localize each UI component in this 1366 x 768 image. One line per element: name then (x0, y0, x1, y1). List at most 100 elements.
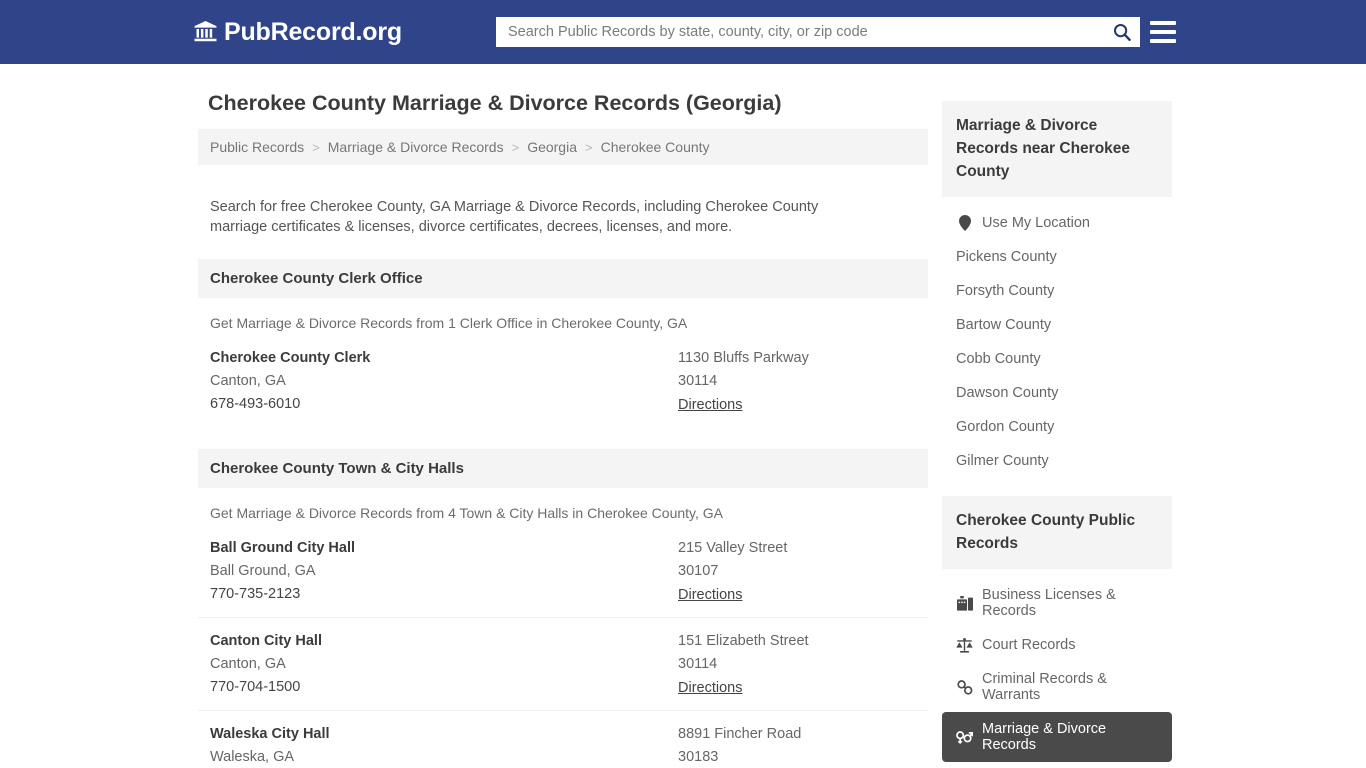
office-city-state: Canton, GA (210, 372, 286, 389)
search-input[interactable] (496, 17, 1104, 47)
office-phone[interactable]: 770-735-2123 (210, 586, 678, 602)
site-logo[interactable]: PubRecord.org (194, 18, 402, 47)
breadcrumb-item-2[interactable]: Georgia (527, 139, 577, 155)
map-pin-icon (956, 215, 973, 231)
main-content: Cherokee County Marriage & Divorce Recor… (198, 64, 928, 768)
entry-list: Ball Ground City Hall Ball Ground, GA 77… (198, 521, 928, 768)
records-link-label: Marriage & Divorce Records (982, 721, 1107, 753)
office-phone[interactable]: 678-493-6010 (210, 396, 678, 412)
entry-primary: Canton City Hall Canton, GA 770-704-1500 (210, 633, 678, 697)
breadcrumb-item-0[interactable]: Public Records (210, 139, 304, 155)
search-bar (496, 17, 1140, 47)
nearby-county-list: Use My Location Pickens County Forsyth Cou… (942, 197, 1172, 478)
page-body: Cherokee County Marriage & Divorce Recor… (0, 64, 1366, 768)
entry-primary: Ball Ground City Hall Ball Ground, GA 77… (210, 540, 678, 604)
office-zip: 30114 (678, 372, 718, 389)
records-sections: Cherokee County Clerk Office Get Marriage… (198, 258, 928, 768)
breadcrumb-separator: > (511, 139, 520, 155)
nearby-link-label: Use My Location (982, 215, 1090, 231)
office-city-state: Waleska, GA (210, 748, 295, 765)
records-link-property-records[interactable]: Property Records (942, 762, 1172, 768)
office-zip: 30183 (678, 748, 719, 765)
records-link-label: Criminal Records & Warrants (982, 671, 1107, 703)
office-city-state: Canton, GA (210, 655, 286, 672)
office-name: Ball Ground City Hall (210, 539, 356, 556)
breadcrumb-item-1[interactable]: Marriage & Divorce Records (328, 139, 504, 155)
office-phone[interactable]: 770-704-1500 (210, 679, 678, 695)
records-link-label: Business Licenses & Records (982, 587, 1116, 619)
office-entry: Cherokee County Clerk Canton, GA 678-493… (198, 335, 928, 427)
nearby-link-gordon-county[interactable]: Gordon County (942, 410, 1172, 444)
page-intro: Search for free Cherokee County, GA Marr… (210, 198, 819, 235)
menu-bar-2 (1150, 30, 1176, 34)
records-link-criminal-records-warrants[interactable]: Criminal Records & Warrants (942, 662, 1172, 712)
records-section: Cherokee County Town & City Halls Get Mar… (198, 448, 928, 768)
office-entry: Ball Ground City Hall Ball Ground, GA 77… (198, 525, 928, 618)
records-link-label: Court Records (982, 637, 1076, 653)
page-title: Cherokee County Marriage & Divorce Recor… (208, 91, 782, 115)
nearby-link-label: Bartow County (956, 317, 1052, 333)
nearby-link-label: Gilmer County (956, 453, 1049, 469)
breadcrumb: Public Records > Marriage & Divorce Record… (198, 129, 928, 165)
entry-list: Cherokee County Clerk Canton, GA 678-493… (198, 331, 928, 427)
breadcrumb-separator: > (585, 139, 593, 155)
search-icon (1114, 24, 1131, 41)
nearby-link-label: Cobb County (956, 351, 1041, 367)
search-button[interactable] (1104, 17, 1140, 47)
handcuffs-icon (956, 679, 973, 695)
menu-bar-3 (1150, 39, 1176, 43)
nearby-link-pickens-county[interactable]: Pickens County (942, 240, 1172, 274)
public-records-heading: Cherokee County Public Records (942, 496, 1172, 569)
office-entry: Waleska City Hall Waleska, GA 770-479-29… (198, 711, 928, 768)
venus-mars-icon (956, 730, 973, 745)
breadcrumb-separator: > (312, 139, 320, 155)
section-heading: Cherokee County Clerk Office (198, 258, 928, 298)
directions-link[interactable]: Directions (678, 587, 742, 603)
breadcrumb-item-3[interactable]: Cherokee County (601, 139, 710, 155)
entry-primary: Waleska City Hall Waleska, GA 770-479-29… (210, 726, 678, 768)
nearby-link-cobb-county[interactable]: Cobb County (942, 342, 1172, 376)
directions-link[interactable]: Directions (678, 680, 742, 696)
hamburger-menu-icon[interactable] (1150, 21, 1176, 43)
section-subtitle: Get Marriage & Divorce Records from 1 Cl… (210, 314, 688, 331)
section-subtitle: Get Marriage & Divorce Records from 4 To… (210, 504, 724, 521)
office-street: 151 Elizabeth Street (678, 632, 809, 649)
menu-bar-1 (1150, 21, 1176, 25)
nearby-link-label: Forsyth County (956, 283, 1055, 299)
records-link-marriage-divorce-records[interactable]: Marriage & Divorce Records (942, 712, 1172, 762)
public-records-box: Cherokee County Public Records Business … (942, 496, 1172, 768)
entry-address: 215 Valley Street 30107 Directions (678, 540, 916, 604)
briefcase-icon (956, 595, 973, 611)
nearby-link-label: Pickens County (956, 249, 1057, 265)
office-zip: 30114 (678, 655, 718, 672)
records-section: Cherokee County Clerk Office Get Marriage… (198, 258, 928, 427)
office-street: 215 Valley Street (678, 539, 788, 556)
scales-icon (956, 637, 973, 653)
entry-address: 151 Elizabeth Street 30114 Directions (678, 633, 916, 697)
directions-link[interactable]: Directions (678, 397, 742, 413)
office-entry: Canton City Hall Canton, GA 770-704-1500… (198, 618, 928, 711)
nearby-link-forsyth-county[interactable]: Forsyth County (942, 274, 1172, 308)
public-records-list: Business Licenses & Records Court Records… (942, 569, 1172, 768)
entry-primary: Cherokee County Clerk Canton, GA 678-493… (210, 350, 678, 414)
records-link-court-records[interactable]: Court Records (942, 628, 1172, 662)
office-name: Canton City Hall (210, 632, 322, 649)
office-name: Waleska City Hall (210, 725, 330, 742)
nearby-link-dawson-county[interactable]: Dawson County (942, 376, 1172, 410)
office-name: Cherokee County Clerk (210, 349, 371, 366)
site-header: PubRecord.org (0, 0, 1366, 64)
office-street: 8891 Fincher Road (678, 725, 802, 742)
brand-text: PubRecord.org (224, 17, 402, 46)
office-zip: 30107 (678, 562, 719, 579)
nearby-link-bartow-county[interactable]: Bartow County (942, 308, 1172, 342)
records-link-business-licenses-records[interactable]: Business Licenses & Records (942, 578, 1172, 628)
office-street: 1130 Bluffs Parkway (678, 349, 809, 366)
nearby-link-gilmer-county[interactable]: Gilmer County (942, 444, 1172, 478)
nearby-link-use-my-location[interactable]: Use My Location (942, 206, 1172, 240)
sidebar: Marriage & Divorce Records near Cherokee… (942, 64, 1172, 768)
nearby-link-label: Gordon County (956, 419, 1055, 435)
nearby-link-label: Dawson County (956, 385, 1059, 401)
bank-icon (194, 20, 217, 46)
entry-address: 1130 Bluffs Parkway 30114 Directions (678, 350, 916, 414)
nearby-records-heading: Marriage & Divorce Records near Cherokee… (942, 101, 1172, 197)
